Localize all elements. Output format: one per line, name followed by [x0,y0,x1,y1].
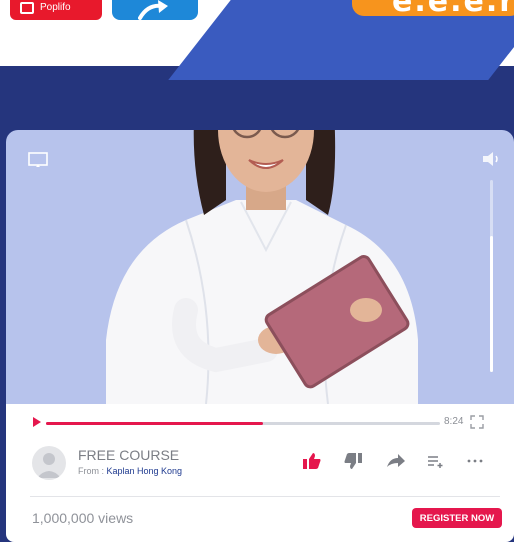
playlist-add-icon[interactable] [427,454,445,468]
time-label: 8:24 [444,416,464,427]
views-count: 1,000,000 views [32,510,134,526]
app-tile-red[interactable]: Poplifo [10,0,102,20]
like-icon[interactable] [302,452,322,470]
progress-fill [46,422,263,425]
app-icon [20,2,34,14]
volume-icon[interactable] [482,152,504,166]
share-arrow-icon [138,0,168,20]
volume-level [490,236,493,372]
instructor-photo [106,130,418,404]
register-button[interactable]: REGISTER NOW [412,508,502,528]
avatar-icon [37,453,61,478]
promo-badge-text: e.e.e.r [392,0,514,19]
progress-bar[interactable] [46,422,440,425]
course-title: FREE COURSE [78,447,180,463]
from-label: From : [78,466,107,476]
dislike-icon[interactable] [343,452,363,470]
fullscreen-icon[interactable] [470,415,484,429]
share-icon[interactable] [386,454,406,468]
app-tile-blue[interactable] [112,0,198,20]
play-icon[interactable] [32,417,42,427]
avatar [32,446,66,480]
divider [30,496,500,497]
cast-icon[interactable] [28,152,48,168]
channel-link[interactable]: Kaplan Hong Kong [107,466,183,476]
more-icon[interactable] [467,454,483,468]
course-source: From : Kaplan Hong Kong [78,466,182,476]
video-info: 8:24 FREE COURSE From : Kaplan Hong Kong [6,404,514,542]
app-tile-label: Poplifo [40,2,71,13]
video-card: 8:24 FREE COURSE From : Kaplan Hong Kong [6,130,514,542]
video-player[interactable] [6,130,514,404]
